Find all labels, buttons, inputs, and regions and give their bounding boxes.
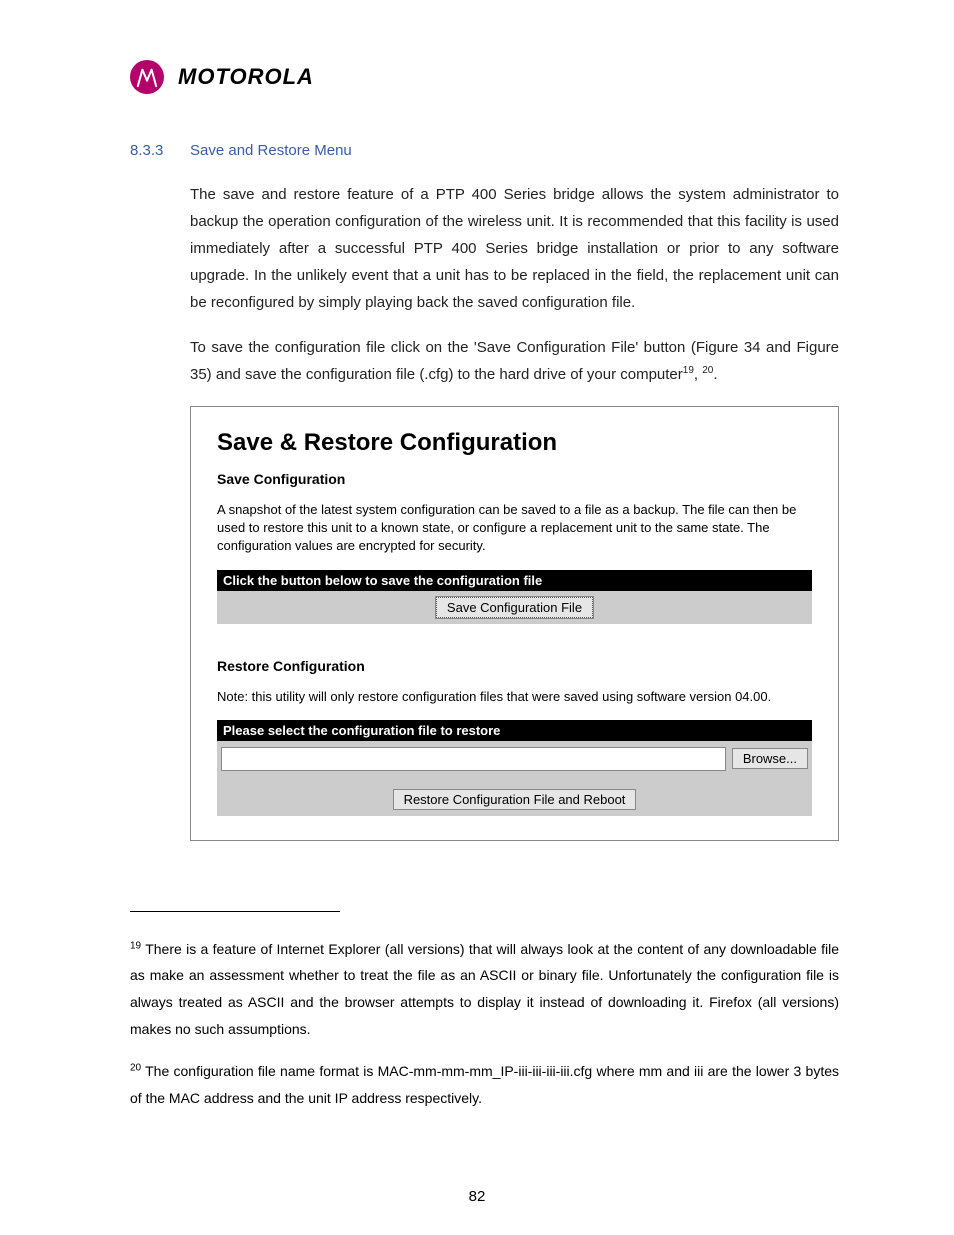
restore-file-input[interactable] <box>221 747 726 771</box>
motorola-logo-icon <box>130 60 164 94</box>
save-config-description: A snapshot of the latest system configur… <box>217 501 812 556</box>
footnote-20: 20 The configuration file name format is… <box>130 1058 839 1111</box>
section-title: Save and Restore Menu <box>190 142 352 159</box>
header-logo: MOTOROLA <box>130 60 839 94</box>
brand-text: MOTOROLA <box>178 64 314 90</box>
paragraph-2: To save the configuration file click on … <box>190 334 839 388</box>
footnote-19-marker: 19 <box>130 940 141 951</box>
save-configuration-button[interactable]: Save Configuration File <box>436 597 593 618</box>
save-button-row: Save Configuration File <box>217 591 812 624</box>
restore-instruction-bar: Please select the configuration file to … <box>217 720 812 741</box>
screenshot-title: Save & Restore Configuration <box>217 429 812 457</box>
footnote-separator <box>130 911 340 912</box>
save-instruction-bar: Click the button below to save the confi… <box>217 570 812 591</box>
section-number: 8.3.3 <box>130 142 190 159</box>
restore-and-reboot-button[interactable]: Restore Configuration File and Reboot <box>393 789 637 810</box>
footnote-20-marker: 20 <box>130 1062 141 1073</box>
footnote-19: 19 There is a feature of Internet Explor… <box>130 936 839 1042</box>
restore-config-note: Note: this utility will only restore con… <box>217 688 812 706</box>
section-heading: 8.3.3Save and Restore Menu <box>130 142 839 159</box>
embedded-screenshot: Save & Restore Configuration Save Config… <box>190 406 839 841</box>
save-config-heading: Save Configuration <box>217 471 812 487</box>
page-number: 82 <box>0 1188 954 1205</box>
restore-file-row: Browse... <box>217 741 812 777</box>
restore-button-row: Restore Configuration File and Reboot <box>217 783 812 816</box>
paragraph-1: The save and restore feature of a PTP 40… <box>190 181 839 316</box>
browse-button[interactable]: Browse... <box>732 748 808 769</box>
restore-config-heading: Restore Configuration <box>217 658 812 674</box>
footnote-ref-19: 19 <box>683 365 694 376</box>
footnote-ref-20: 20 <box>702 365 713 376</box>
